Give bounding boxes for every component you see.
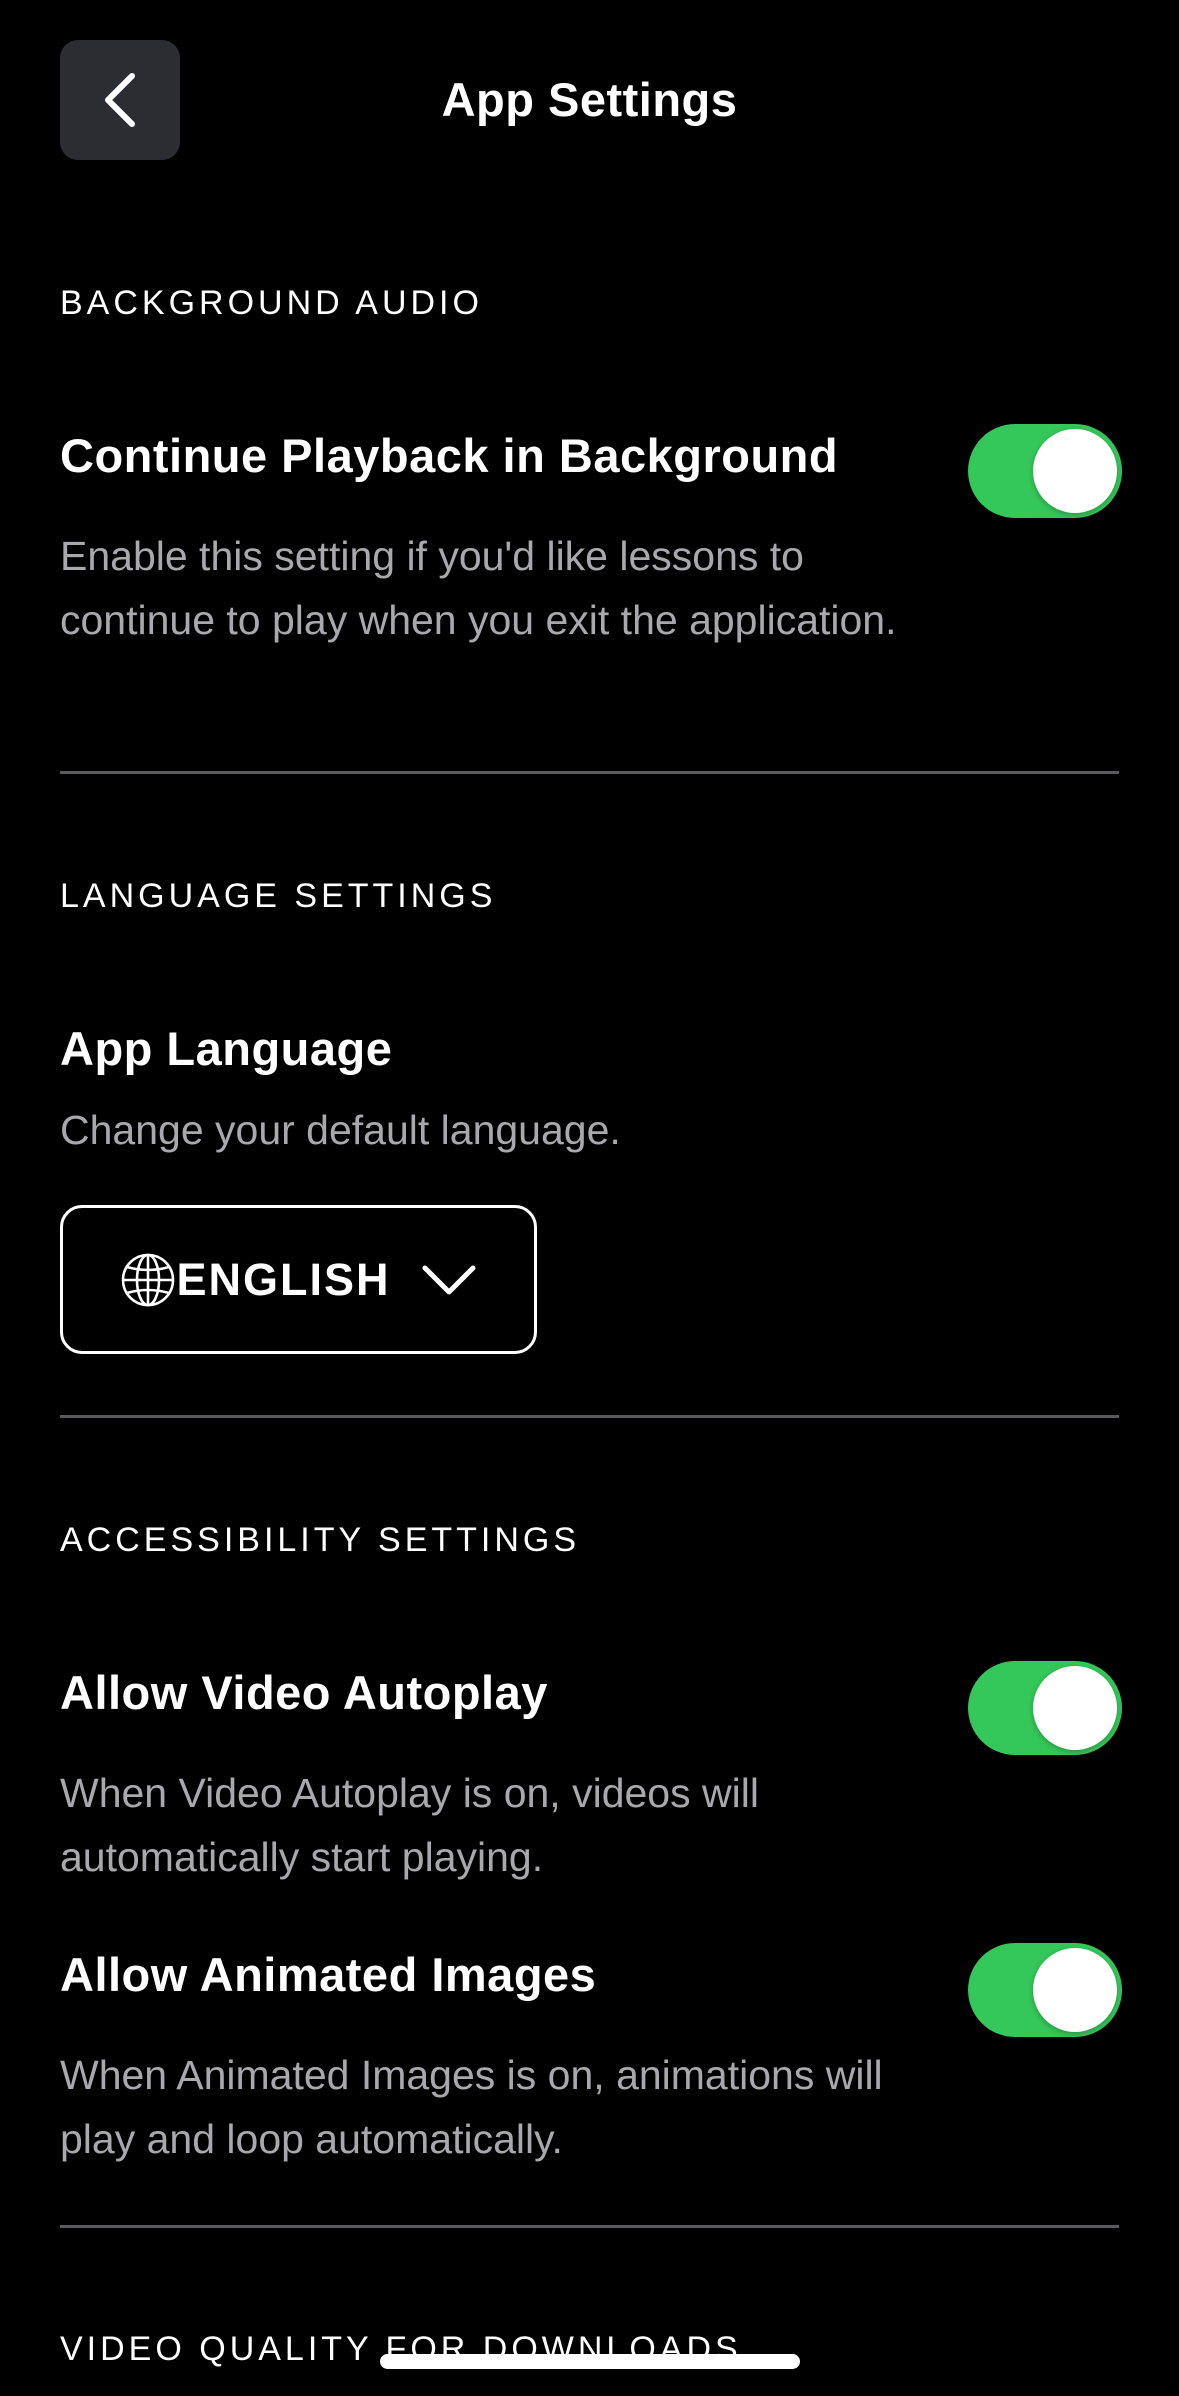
divider	[60, 771, 1119, 774]
section-header-accessibility-settings: ACCESSIBILITY SETTINGS	[60, 1521, 581, 1559]
app-language-title: App Language	[60, 1022, 393, 1075]
video-autoplay-description: When Video Autoplay is on, videos will a…	[60, 1770, 759, 1880]
video-autoplay-title: Allow Video Autoplay	[60, 1666, 548, 1719]
section-header-language-settings: LANGUAGE SETTINGS	[60, 877, 497, 915]
selected-language: ENGLISH	[176, 1253, 391, 1305]
home-indicator	[380, 2354, 800, 2369]
continue-playback-title: Continue Playback in Background	[60, 429, 839, 482]
app-settings-screen: App Settings BACKGROUND AUDIO Continue P…	[0, 0, 1179, 2396]
animated-images-title: Allow Animated Images	[60, 1948, 597, 2001]
animated-images-description: When Animated Images is on, animations w…	[60, 2052, 883, 2162]
header: App Settings	[0, 0, 1179, 200]
toggle-knob	[1033, 429, 1117, 513]
toggle-knob	[1033, 1948, 1117, 2032]
section-header-background-audio: BACKGROUND AUDIO	[60, 284, 483, 322]
toggle-knob	[1033, 1666, 1117, 1750]
page-title: App Settings	[441, 73, 738, 126]
continue-playback-description: Enable this setting if you'd like lesson…	[60, 533, 897, 643]
globe-icon	[122, 1253, 175, 1306]
divider	[60, 1415, 1119, 1418]
video-autoplay-toggle[interactable]	[968, 1661, 1122, 1755]
app-language-description: Change your default language.	[60, 1107, 621, 1153]
animated-images-toggle[interactable]	[968, 1943, 1122, 2037]
language-dropdown[interactable]: ENGLISH	[60, 1205, 537, 1354]
chevron-down-icon	[422, 1265, 476, 1294]
continue-playback-toggle[interactable]	[968, 424, 1122, 518]
divider	[60, 2225, 1119, 2228]
